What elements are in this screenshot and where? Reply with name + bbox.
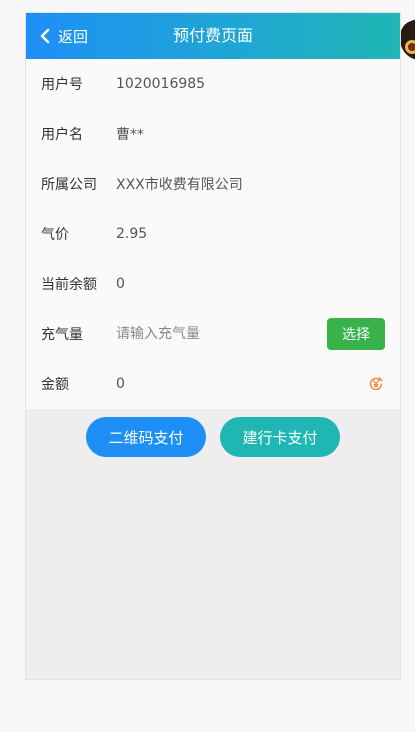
row-user-id: 用户号 1020016985	[26, 59, 400, 109]
payment-actions: 二维码支付 建行卡支付	[26, 409, 400, 457]
account-form: 用户号 1020016985 用户名 曹** 所属公司 XXX市收费有限公司 气…	[26, 59, 400, 409]
ccb-card-pay-button[interactable]: 建行卡支付	[220, 417, 340, 457]
user-name-label: 用户名	[41, 127, 83, 143]
amount-label: 金额	[41, 377, 69, 393]
balance-label: 当前余额	[41, 277, 97, 293]
balance-value: 0	[116, 276, 125, 292]
row-amount: 金额 0	[26, 359, 400, 409]
gas-price-value: 2.95	[116, 226, 148, 242]
chevron-left-icon	[40, 28, 50, 44]
gas-price-label: 气价	[41, 227, 69, 243]
prepay-page: 返回 预付费页面 用户号 1020016985 用户名 曹** 所属公司 XXX…	[25, 12, 401, 680]
qr-pay-button[interactable]: 二维码支付	[86, 417, 206, 457]
row-balance: 当前余额 0	[26, 259, 400, 309]
user-id-value: 1020016985	[116, 76, 206, 92]
user-id-label: 用户号	[41, 77, 83, 93]
select-button[interactable]: 选择	[327, 318, 385, 350]
gas-amount-input[interactable]	[116, 326, 306, 342]
yuan-refresh-icon[interactable]	[368, 376, 384, 392]
row-company: 所属公司 XXX市收费有限公司	[26, 159, 400, 209]
company-label: 所属公司	[41, 177, 97, 193]
back-button[interactable]: 返回	[38, 13, 88, 59]
amount-value: 0	[116, 376, 125, 392]
gas-amount-label: 充气量	[41, 327, 83, 343]
row-user-name: 用户名 曹**	[26, 109, 400, 159]
back-label: 返回	[58, 27, 89, 46]
user-name-value: 曹**	[116, 127, 144, 143]
row-gas-amount: 充气量 选择	[26, 309, 400, 359]
header-bar: 返回 预付费页面	[26, 13, 400, 59]
company-value: XXX市收费有限公司	[116, 177, 243, 193]
row-gas-price: 气价 2.95	[26, 209, 400, 259]
